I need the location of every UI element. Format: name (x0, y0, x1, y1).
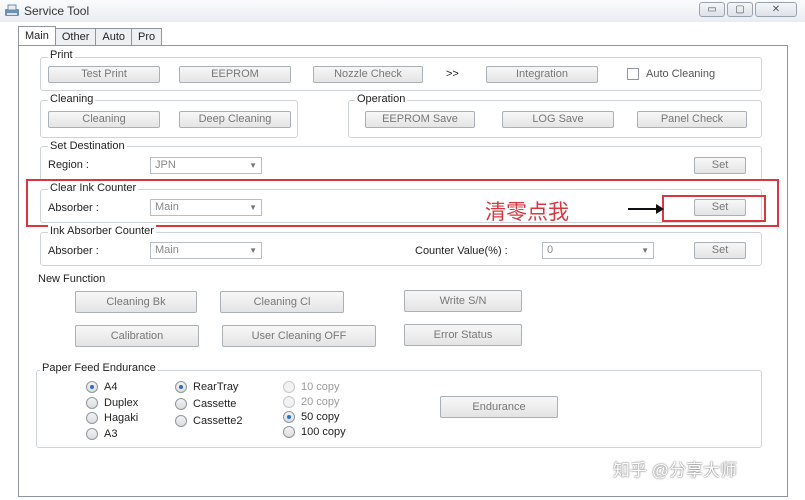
region-label: Region : (48, 159, 89, 171)
cleaning-bk-button[interactable]: Cleaning Bk (75, 291, 197, 313)
chevrons-label: >> (446, 68, 459, 80)
copies-radio-10[interactable] (283, 381, 295, 393)
size-radio-hagaki[interactable] (86, 412, 98, 424)
size-label-a4: A4 (104, 381, 118, 393)
cleaning-button[interactable]: Cleaning (48, 111, 160, 128)
log-save-button[interactable]: LOG Save (502, 111, 614, 128)
auto-cleaning-checkbox[interactable] (627, 68, 639, 80)
size-label-a3: A3 (104, 428, 118, 440)
tray-radio-reartray[interactable] (175, 381, 187, 393)
maximize-icon: ▢ (735, 4, 745, 15)
tray-radio-cassette2[interactable] (175, 415, 187, 427)
size-radio-a3[interactable] (86, 428, 98, 440)
counter-set-button[interactable]: Set (694, 242, 746, 259)
endurance-button[interactable]: Endurance (440, 396, 558, 418)
watermark-text: 知乎 @分享大师 (613, 461, 737, 480)
tray-label-cassette2: Cassette2 (193, 415, 243, 427)
ink-absorber-label: Absorber : (48, 245, 99, 257)
size-radio-a4[interactable] (86, 381, 98, 393)
set-destination-group (40, 146, 762, 181)
chevron-down-icon: ▼ (249, 161, 257, 170)
new-function-label: New Function (36, 273, 108, 285)
cleaning-group-label: Cleaning (48, 93, 96, 105)
copies-label-50: 50 copy (301, 411, 340, 423)
tab-bar: Main Other Auto Pro (18, 26, 163, 45)
user-cleaning-off-button[interactable]: User Cleaning OFF (222, 325, 376, 347)
integration-button[interactable]: Integration (486, 66, 598, 83)
test-print-button[interactable]: Test Print (48, 66, 160, 83)
minimize-button[interactable]: ▭ (699, 2, 725, 17)
nozzle-check-button[interactable]: Nozzle Check (313, 66, 423, 83)
copies-radio-100[interactable] (283, 426, 295, 438)
window-title: Service Tool (24, 4, 90, 18)
size-label-duplex: Duplex (104, 397, 139, 409)
tray-radio-cassette[interactable] (175, 398, 187, 410)
eeprom-button[interactable]: EEPROM (179, 66, 291, 83)
copies-radio-20[interactable] (283, 396, 295, 408)
write-sn-button[interactable]: Write S/N (404, 290, 522, 312)
copies-label-100: 100 copy (301, 426, 346, 438)
annotation-text: 清零点我 (485, 200, 569, 224)
tab-auto[interactable]: Auto (95, 28, 132, 45)
calibration-button[interactable]: Calibration (75, 325, 199, 347)
panel-check-button[interactable]: Panel Check (637, 111, 747, 128)
tab-main[interactable]: Main (18, 26, 56, 45)
counter-value-select[interactable]: 0 ▼ (542, 242, 654, 259)
auto-cleaning-label: Auto Cleaning (646, 68, 716, 80)
tray-label-reartray: RearTray (193, 381, 239, 393)
copies-radio-50[interactable] (283, 411, 295, 423)
print-group-label: Print (48, 49, 75, 61)
deep-cleaning-button[interactable]: Deep Cleaning (179, 111, 291, 128)
ink-absorber-value: Main (155, 244, 179, 256)
app-icon (5, 4, 19, 16)
annotation-arrow-icon (628, 204, 664, 214)
tray-label-cassette: Cassette (193, 398, 237, 410)
error-status-button[interactable]: Error Status (404, 324, 522, 346)
region-set-button[interactable]: Set (694, 157, 746, 174)
tab-other[interactable]: Other (54, 28, 97, 45)
region-value: JPN (155, 159, 176, 171)
copies-label-10: 10 copy (301, 381, 340, 393)
tab-pro[interactable]: Pro (131, 28, 163, 45)
ink-absorber-select[interactable]: Main ▼ (150, 242, 262, 259)
chevron-down-icon: ▼ (641, 246, 649, 255)
counter-value-label: Counter Value(%) : (415, 245, 508, 257)
size-label-hagaki: Hagaki (104, 412, 139, 424)
paper-feed-endurance-group (36, 370, 762, 448)
close-icon: ✕ (771, 4, 781, 15)
operation-group-label: Operation (355, 93, 408, 105)
size-radio-duplex[interactable] (86, 397, 98, 409)
minimize-icon: ▭ (707, 4, 717, 15)
window-controls: ▭ ▢ ✕ (699, 2, 797, 18)
region-select[interactable]: JPN ▼ (150, 157, 262, 174)
eeprom-save-button[interactable]: EEPROM Save (365, 111, 475, 128)
copies-label-20: 20 copy (301, 396, 340, 408)
counter-value: 0 (547, 244, 554, 256)
title-bar (0, 0, 805, 22)
chevron-down-icon: ▼ (249, 246, 257, 255)
ink-absorber-counter-label: Ink Absorber Counter (48, 225, 156, 237)
cleaning-cl-button[interactable]: Cleaning Cl (220, 291, 344, 313)
close-button[interactable]: ✕ (755, 2, 797, 17)
annotation-set-highlight (662, 195, 766, 222)
set-destination-label: Set Destination (48, 140, 127, 152)
maximize-button[interactable]: ▢ (727, 2, 753, 17)
paper-feed-endurance-label: Paper Feed Endurance (40, 362, 158, 374)
